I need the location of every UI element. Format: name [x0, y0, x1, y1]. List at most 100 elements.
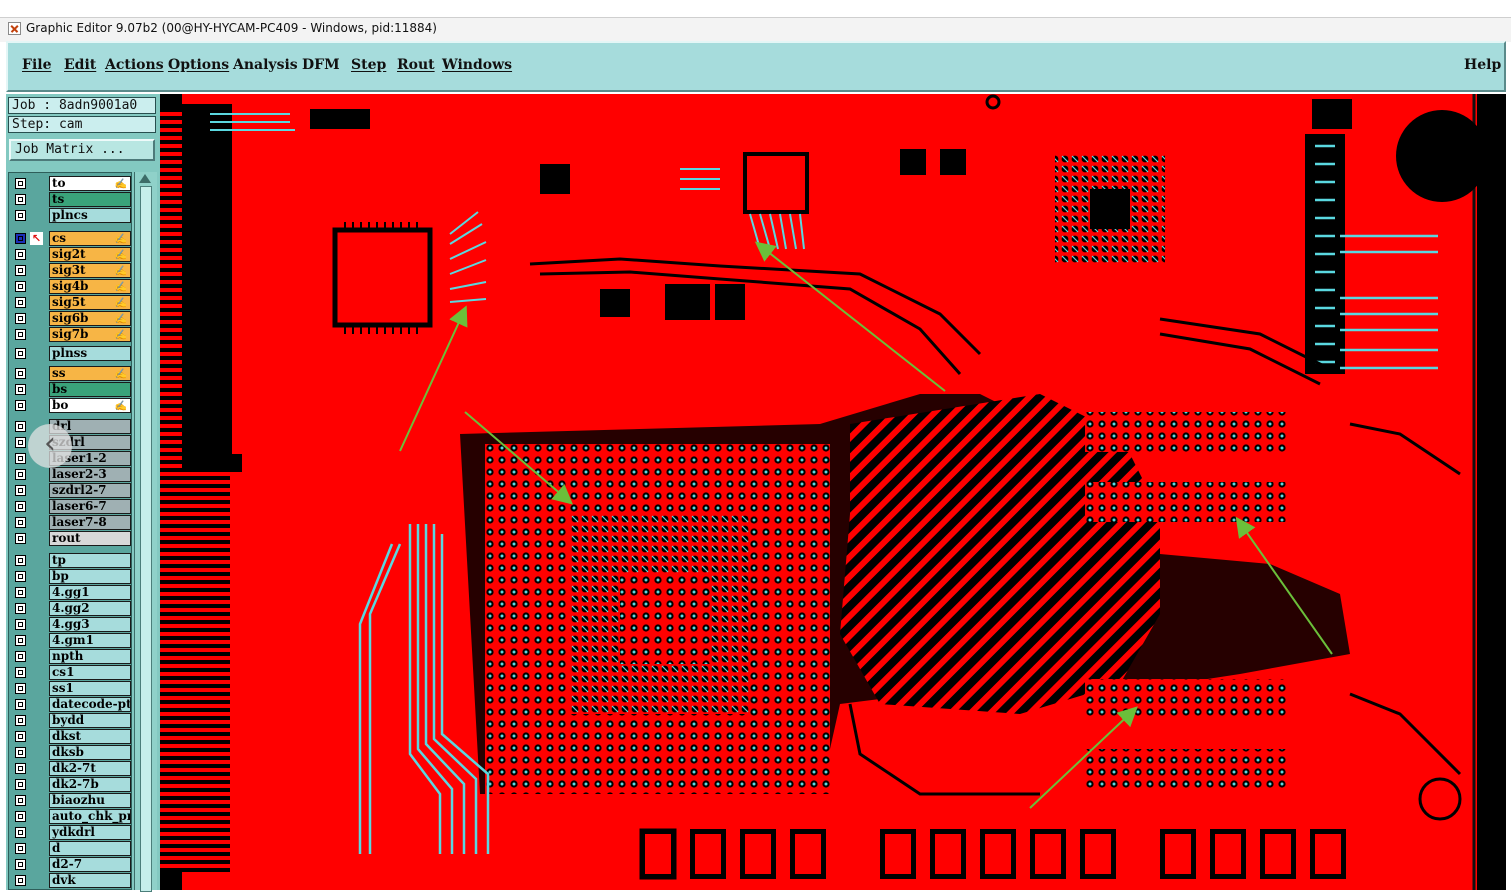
layer-name[interactable]: dk2-7t	[49, 761, 131, 776]
app-editor-icon[interactable]	[8, 22, 21, 35]
layer-row[interactable]: laser2-3	[11, 467, 131, 482]
layer-name[interactable]: dksb	[49, 745, 131, 760]
layer-display-checkbox[interactable]	[15, 779, 26, 790]
layer-display-checkbox[interactable]	[15, 453, 26, 464]
layer-display-checkbox[interactable]	[15, 297, 26, 308]
layer-display-checkbox[interactable]	[15, 533, 26, 544]
layer-name[interactable]: npth	[49, 649, 131, 664]
layer-row[interactable]: datecode-pto	[11, 697, 131, 712]
affected-layer-icon[interactable]: ✍	[115, 178, 127, 190]
layer-row[interactable]: biaozhu	[11, 793, 131, 808]
affected-layer-icon[interactable]: ✍	[115, 368, 127, 380]
layer-name[interactable]: to ✍	[49, 176, 131, 191]
layer-name[interactable]: ss ✍	[49, 366, 131, 381]
menu-options[interactable]: Options	[168, 57, 229, 73]
menu-dfm[interactable]: DFM	[302, 57, 340, 73]
layer-row[interactable]: dksb	[11, 745, 131, 760]
layer-display-checkbox[interactable]	[15, 843, 26, 854]
affected-layer-icon[interactable]: ✍	[115, 281, 127, 293]
layer-name[interactable]: ss1	[49, 681, 131, 696]
layer-display-checkbox[interactable]	[15, 501, 26, 512]
layer-row[interactable]: bydd	[11, 713, 131, 728]
layer-row[interactable]: dk2-7b	[11, 777, 131, 792]
layer-display-checkbox[interactable]	[15, 210, 26, 221]
layer-display-checkbox[interactable]	[15, 469, 26, 480]
layer-display-checkbox[interactable]	[15, 194, 26, 205]
layer-row[interactable]: bp	[11, 569, 131, 584]
layer-display-checkbox[interactable]	[15, 747, 26, 758]
job-matrix-button[interactable]: Job Matrix ...	[9, 139, 155, 161]
layer-name[interactable]: sig2t ✍	[49, 247, 131, 262]
layer-name[interactable]: cs ✍	[49, 231, 131, 246]
layer-row[interactable]: ydkdrl	[11, 825, 131, 840]
menu-rout[interactable]: Rout	[397, 57, 435, 73]
layer-name[interactable]: biaozhu	[49, 793, 131, 808]
layer-row[interactable]: bo ✍	[11, 398, 131, 413]
menu-windows[interactable]: Windows	[442, 57, 512, 73]
layer-name[interactable]: dk2-7b	[49, 777, 131, 792]
layer-name[interactable]: laser2-3	[49, 467, 131, 482]
menu-file[interactable]: File	[22, 57, 51, 73]
layer-display-checkbox[interactable]	[15, 517, 26, 528]
layer-name[interactable]: ydkdrl	[49, 825, 131, 840]
layer-row[interactable]: 4.gm1	[11, 633, 131, 648]
layer-display-checkbox[interactable]	[15, 875, 26, 886]
layer-name[interactable]: bydd	[49, 713, 131, 728]
layer-row[interactable]: tp	[11, 553, 131, 568]
layer-display-checkbox[interactable]	[15, 667, 26, 678]
layer-row[interactable]: szdrl2-7	[11, 483, 131, 498]
layer-display-checkbox[interactable]	[15, 571, 26, 582]
layer-display-checkbox[interactable]	[15, 763, 26, 774]
layer-display-checkbox[interactable]	[15, 651, 26, 662]
layer-row[interactable]: dkst	[11, 729, 131, 744]
layer-display-checkbox[interactable]	[15, 715, 26, 726]
affected-layer-icon[interactable]: ✍	[115, 297, 127, 309]
menu-edit[interactable]: Edit	[64, 57, 96, 73]
layer-row[interactable]: d	[11, 841, 131, 856]
layer-display-checkbox[interactable]	[15, 795, 26, 806]
layer-name[interactable]: sig4b ✍	[49, 279, 131, 294]
layer-row[interactable]: sig3t ✍	[11, 263, 131, 278]
layer-name[interactable]: 4.gm1	[49, 633, 131, 648]
layer-display-checkbox[interactable]	[15, 619, 26, 630]
layer-name[interactable]: bp	[49, 569, 131, 584]
layer-name[interactable]: bs	[49, 382, 131, 397]
layer-row[interactable]: sig6b ✍	[11, 311, 131, 326]
layer-name[interactable]: 4.gg3	[49, 617, 131, 632]
layer-display-checkbox[interactable]	[15, 249, 26, 260]
layer-name[interactable]: dkst	[49, 729, 131, 744]
layer-display-checkbox[interactable]	[15, 699, 26, 710]
layer-display-checkbox[interactable]	[15, 603, 26, 614]
layer-name[interactable]: rout	[49, 531, 131, 546]
layer-name[interactable]: szdrl2-7	[49, 483, 131, 498]
affected-layer-icon[interactable]: ✍	[115, 400, 127, 412]
layer-row[interactable]: 4.gg2	[11, 601, 131, 616]
layer-row[interactable]: plnss	[11, 346, 131, 361]
layer-display-checkbox[interactable]	[15, 348, 26, 359]
affected-layer-icon[interactable]: ✍	[115, 313, 127, 325]
layer-name[interactable]: laser7-8	[49, 515, 131, 530]
layer-row[interactable]: drl	[11, 419, 131, 434]
layer-display-checkbox[interactable]	[15, 384, 26, 395]
layer-row[interactable]: laser6-7	[11, 499, 131, 514]
layer-row[interactable]: sig4b ✍	[11, 279, 131, 294]
layer-row[interactable]: 4.gg1	[11, 585, 131, 600]
scroll-thumb[interactable]	[140, 186, 152, 892]
layer-display-checkbox[interactable]	[15, 635, 26, 646]
layer-display-checkbox[interactable]	[15, 555, 26, 566]
layer-name[interactable]: dvk	[49, 873, 131, 888]
menu-analysis[interactable]: Analysis	[233, 57, 298, 73]
layer-display-checkbox[interactable]	[15, 265, 26, 276]
layer-row[interactable]: ↖ cs ✍	[11, 231, 131, 246]
layer-row[interactable]: laser7-8	[11, 515, 131, 530]
layer-row[interactable]: sig5t ✍	[11, 295, 131, 310]
layer-display-checkbox[interactable]	[15, 683, 26, 694]
layer-row[interactable]: npth	[11, 649, 131, 664]
layer-display-checkbox[interactable]	[15, 178, 26, 189]
scroll-up-arrow-icon[interactable]	[139, 174, 151, 183]
layer-display-checkbox[interactable]	[15, 421, 26, 432]
layer-row[interactable]: ts	[11, 192, 131, 207]
layer-row[interactable]: sig7b ✍	[11, 327, 131, 342]
menu-step[interactable]: Step	[351, 57, 386, 73]
affected-layer-icon[interactable]: ✍	[115, 329, 127, 341]
